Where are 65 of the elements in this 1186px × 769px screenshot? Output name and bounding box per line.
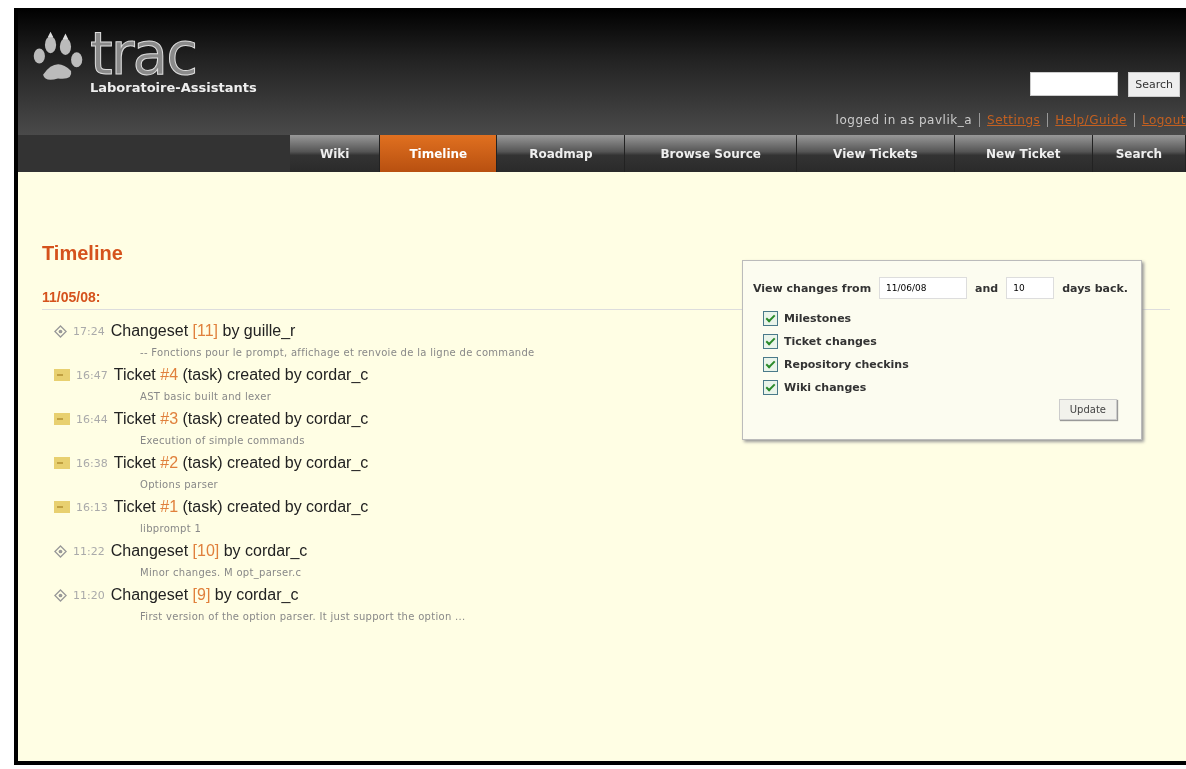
option-label: Ticket changes <box>784 335 877 348</box>
option-label: Wiki changes <box>784 381 867 394</box>
update-button[interactable]: Update <box>1058 399 1117 420</box>
header-link[interactable]: Help/Guide <box>1047 113 1127 127</box>
nav-tab[interactable]: Timeline <box>380 135 498 172</box>
event-link[interactable]: [9] <box>192 586 211 603</box>
event-link[interactable]: [10] <box>192 542 220 559</box>
event-message: First version of the option parser. It just support the option ... <box>139 611 467 622</box>
option-label: Repository checkins <box>784 358 909 371</box>
nav-tab[interactable]: View Tickets <box>797 135 955 172</box>
nav-tab[interactable]: Search <box>1092 135 1186 172</box>
event-link[interactable]: #2 <box>160 454 179 471</box>
event-time: 11:20 <box>73 588 105 602</box>
event-message: Options parser <box>139 479 220 490</box>
event-link[interactable]: #4 <box>160 366 179 383</box>
filter-label: days back. <box>1062 281 1129 295</box>
nav-tab[interactable]: Browse Source <box>625 135 798 172</box>
changeset-icon <box>54 588 67 602</box>
option-label: Milestones <box>784 312 852 325</box>
event-title: Changeset [11] by guille_r <box>110 322 296 340</box>
logged-in-text: logged in as pavlik_a <box>835 113 973 127</box>
event-title: Ticket #1 (task) created by cordar_c <box>113 498 369 516</box>
event-link[interactable]: #3 <box>160 410 179 427</box>
checkbox[interactable] <box>763 311 778 326</box>
page-title: Timeline <box>42 242 124 265</box>
filter-label: View changes from <box>753 281 872 295</box>
event-title: Ticket #2 (task) created by cordar_c <box>113 454 369 472</box>
search-field[interactable] <box>1030 72 1119 96</box>
checkbox[interactable] <box>763 380 778 395</box>
event-time: 16:38 <box>76 456 108 470</box>
event-message: libprompt 1 <box>139 523 203 534</box>
project-name: Laboratoire-Assistants <box>90 80 257 95</box>
event-link[interactable]: [11] <box>192 322 219 339</box>
event-message: Minor changes. M opt_parser.c <box>139 567 303 578</box>
header-link[interactable]: Logout <box>1133 113 1186 127</box>
event-title: Ticket #4 (task) created by cordar_c <box>113 366 369 384</box>
ticket-icon <box>54 501 70 513</box>
event-time: 16:13 <box>76 500 108 514</box>
nav-tab[interactable]: Wiki <box>290 135 381 172</box>
changeset-icon <box>54 324 67 338</box>
search-button[interactable]: Search <box>1128 72 1180 97</box>
event-message: -- Fonctions pour le prompt, affichage et renvoie de la ligne de commande <box>139 347 536 358</box>
checkbox[interactable] <box>763 357 778 372</box>
ticket-icon <box>54 457 70 469</box>
event-message: AST basic built and lexer <box>139 391 273 402</box>
logo-wordmark[interactable]: trac <box>90 28 257 80</box>
filter-label: and <box>975 281 999 295</box>
date-field[interactable]: 11/06/08 <box>879 277 968 299</box>
event-title: Changeset [10] by cordar_c <box>110 542 308 560</box>
ticket-icon <box>54 413 70 425</box>
checkbox[interactable] <box>763 334 778 349</box>
days-field[interactable]: 10 <box>1006 277 1055 299</box>
event-title: Changeset [9] by cordar_c <box>110 586 299 604</box>
event-time: 16:44 <box>76 412 108 426</box>
nav-tab[interactable]: Roadmap <box>497 135 626 172</box>
event-time: 17:24 <box>73 324 105 338</box>
event-link[interactable]: #1 <box>160 498 179 515</box>
changeset-icon <box>54 544 67 558</box>
event-time: 16:47 <box>76 368 108 382</box>
nav-tab[interactable]: New Ticket <box>954 135 1093 172</box>
event-title: Ticket #3 (task) created by cordar_c <box>113 410 369 428</box>
ticket-icon <box>54 369 70 381</box>
event-message: Execution of simple commands <box>139 435 306 446</box>
event-time: 11:22 <box>73 544 105 558</box>
header-link[interactable]: Settings <box>979 113 1041 127</box>
